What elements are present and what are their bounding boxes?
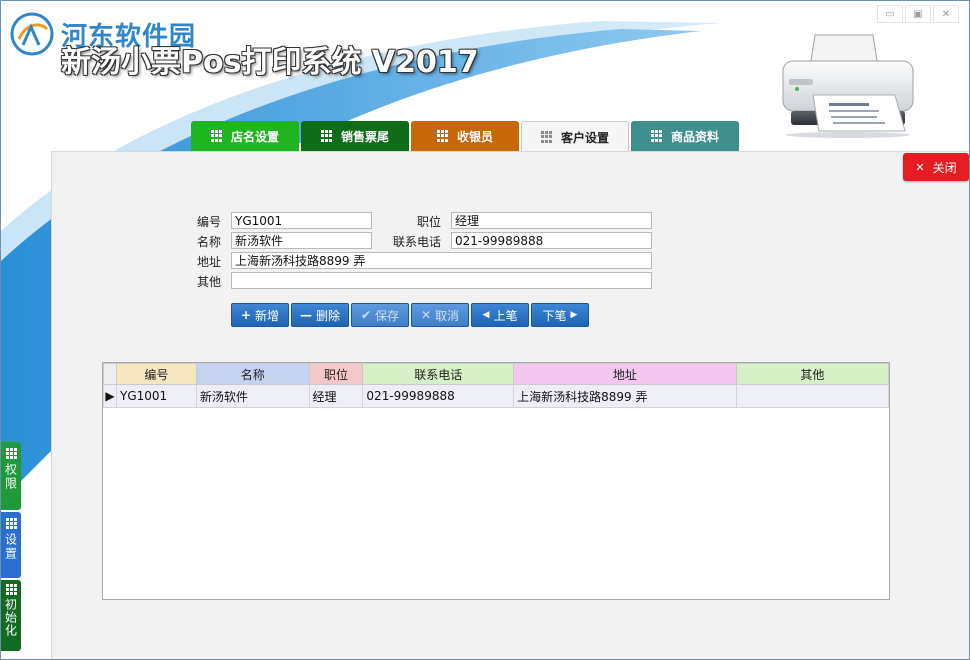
minimize-icon[interactable]: ▭ bbox=[877, 5, 903, 23]
column-header-name[interactable]: 名称 bbox=[195, 363, 310, 385]
grid-icon bbox=[5, 584, 17, 595]
row-pointer-icon: ▶ bbox=[103, 384, 117, 408]
close-button-label: 关闭 bbox=[932, 160, 957, 175]
tab-store-settings[interactable]: 店名设置 bbox=[191, 121, 299, 151]
address-label: 地址 bbox=[196, 255, 221, 269]
side-tab-label: 权限 bbox=[3, 463, 18, 491]
address-field[interactable] bbox=[231, 252, 652, 269]
check-icon: ✔ bbox=[360, 308, 372, 322]
delete-button-label: 删除 bbox=[315, 308, 340, 323]
name-label: 名称 bbox=[196, 235, 221, 249]
x-icon: ✕ bbox=[420, 308, 432, 322]
app-title: 新汤小票Pos打印系统 V2017 bbox=[61, 45, 479, 80]
customer-grid: 编号 名称 职位 联系电话 地址 其他 ▶ YG1001 新汤软件 经理 021… bbox=[103, 363, 889, 408]
cell-position[interactable]: 经理 bbox=[308, 384, 364, 408]
app-window: 河东软件园 新汤小票Pos打印系统 V2017 ▭ ▣ ✕ 店名设置 销售票尾 … bbox=[0, 0, 970, 660]
cell-other[interactable] bbox=[735, 384, 889, 408]
tab-cashier[interactable]: 收银员 bbox=[411, 121, 519, 151]
save-button-label: 保存 bbox=[375, 308, 400, 323]
grid-icon bbox=[540, 131, 553, 143]
minus-icon: — bbox=[299, 308, 312, 322]
tab-receipt-footer[interactable]: 销售票尾 bbox=[301, 121, 409, 151]
cancel-button[interactable]: ✕ 取消 bbox=[411, 303, 469, 327]
plus-icon: + bbox=[240, 308, 252, 322]
tab-product-info[interactable]: 商品资料 bbox=[631, 121, 739, 151]
side-tab-settings[interactable]: 设置 bbox=[1, 512, 21, 578]
position-field[interactable] bbox=[451, 212, 652, 229]
column-header-address[interactable]: 地址 bbox=[513, 363, 737, 385]
delete-button[interactable]: — 删除 bbox=[291, 303, 349, 327]
phone-field[interactable] bbox=[451, 232, 652, 249]
grid-icon bbox=[320, 130, 333, 142]
name-field[interactable] bbox=[231, 232, 372, 249]
cell-code[interactable]: YG1001 bbox=[115, 384, 197, 408]
action-toolbar: + 新增 — 删除 ✔ 保存 ✕ 取消 ◀ 上笔 下笔 ▶ bbox=[231, 303, 589, 327]
watermark-logo-icon bbox=[10, 12, 54, 56]
other-label: 其他 bbox=[196, 275, 221, 289]
tab-label: 店名设置 bbox=[230, 129, 279, 144]
prev-button-label: 上笔 bbox=[493, 308, 518, 323]
column-header-position[interactable]: 职位 bbox=[308, 363, 364, 385]
other-field[interactable] bbox=[231, 272, 652, 289]
side-tab-initialize[interactable]: 初始化 bbox=[1, 580, 21, 651]
arrow-left-icon: ◀ bbox=[482, 310, 490, 320]
tab-bar: 店名设置 销售票尾 收银员 客户设置 商品资料 bbox=[191, 121, 739, 152]
grid-icon bbox=[210, 130, 223, 142]
side-tab-permissions[interactable]: 权限 bbox=[1, 442, 21, 510]
grid-icon bbox=[5, 448, 17, 459]
tab-label: 收银员 bbox=[456, 129, 493, 144]
tab-customer-settings[interactable]: 客户设置 bbox=[521, 121, 629, 152]
code-field[interactable] bbox=[231, 212, 372, 229]
cancel-button-label: 取消 bbox=[435, 308, 460, 323]
side-tab-label: 设置 bbox=[3, 533, 18, 561]
window-controls: ▭ ▣ ✕ bbox=[877, 5, 959, 23]
maximize-icon[interactable]: ▣ bbox=[905, 5, 931, 23]
side-tab-label: 初始化 bbox=[3, 598, 18, 637]
customer-table: 编号 名称 职位 联系电话 地址 其他 ▶ YG1001 新汤软件 经理 021… bbox=[102, 362, 890, 600]
next-record-button[interactable]: 下笔 ▶ bbox=[531, 303, 589, 327]
column-header-code[interactable]: 编号 bbox=[115, 363, 197, 385]
cell-address[interactable]: 上海新汤科技路8899 弄 bbox=[513, 384, 737, 408]
arrow-right-icon: ▶ bbox=[570, 310, 578, 320]
tab-label: 销售票尾 bbox=[340, 129, 389, 144]
close-icon: ✕ bbox=[915, 160, 925, 174]
grid-icon bbox=[650, 130, 663, 142]
prev-record-button[interactable]: ◀ 上笔 bbox=[471, 303, 529, 327]
table-row[interactable]: ▶ YG1001 新汤软件 经理 021-99989888 上海新汤科技路889… bbox=[103, 384, 889, 408]
save-button[interactable]: ✔ 保存 bbox=[351, 303, 409, 327]
phone-label: 联系电话 bbox=[392, 235, 441, 249]
tab-label: 客户设置 bbox=[560, 130, 609, 145]
cell-phone[interactable]: 021-99989888 bbox=[362, 384, 515, 408]
tab-label: 商品资料 bbox=[670, 129, 719, 144]
window-close-icon[interactable]: ✕ bbox=[933, 5, 959, 23]
column-header-phone[interactable]: 联系电话 bbox=[362, 363, 515, 385]
code-label: 编号 bbox=[196, 215, 221, 229]
add-button-label: 新增 bbox=[255, 308, 280, 323]
grid-icon bbox=[436, 130, 449, 142]
column-header-other[interactable]: 其他 bbox=[735, 363, 889, 385]
row-header-corner bbox=[103, 363, 117, 385]
close-button[interactable]: ✕ 关闭 bbox=[903, 153, 969, 181]
printer-icon bbox=[782, 34, 914, 138]
grid-icon bbox=[5, 518, 17, 529]
position-label: 职位 bbox=[416, 215, 441, 229]
cell-name[interactable]: 新汤软件 bbox=[195, 384, 310, 408]
add-button[interactable]: + 新增 bbox=[231, 303, 289, 327]
next-button-label: 下笔 bbox=[542, 308, 567, 323]
